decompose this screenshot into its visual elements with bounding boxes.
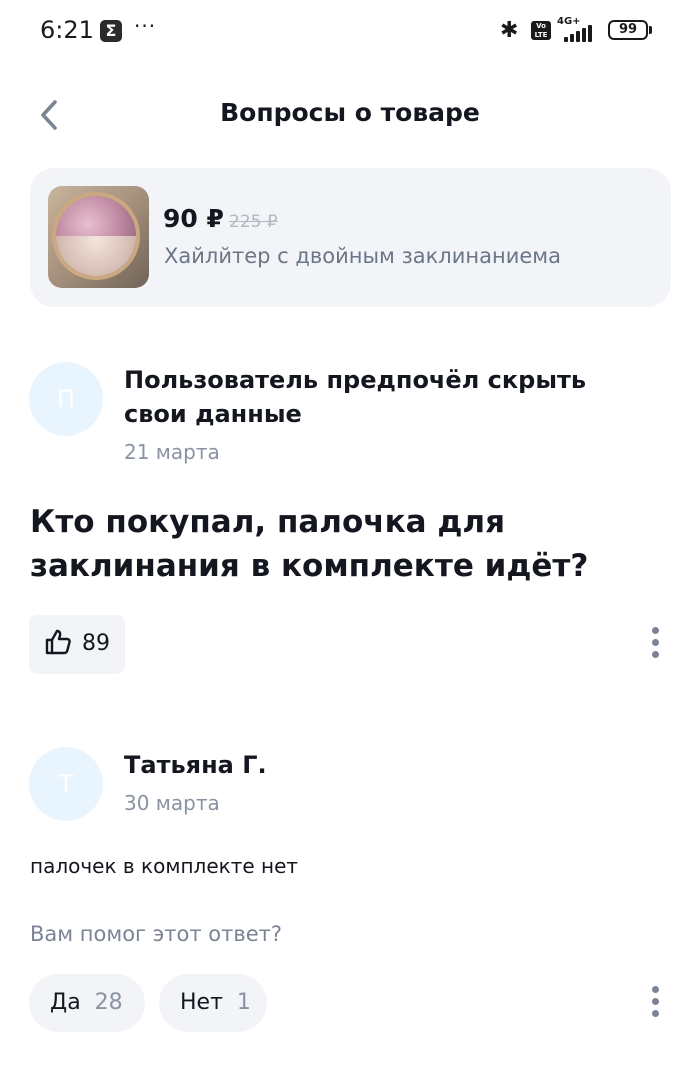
answer-date: 30 марта xyxy=(124,791,220,815)
thumbs-up-icon xyxy=(44,628,72,656)
question-text: Кто покупал, палочка для заклинания в ко… xyxy=(30,504,589,584)
page-title: Вопросы о товаре xyxy=(220,98,480,127)
helpful-no-label: Нет xyxy=(180,990,223,1015)
helpful-yes-button[interactable]: Да 28 xyxy=(29,974,145,1032)
volte-icon: Vo LTE xyxy=(531,21,551,40)
avatar: Т xyxy=(29,747,103,821)
more-notifications-icon: ··· xyxy=(134,14,157,38)
product-name: Хайлйтер с двойным заклинаниема xyxy=(164,244,561,268)
status-time: 6:21 xyxy=(40,16,94,44)
avatar: П xyxy=(29,362,103,436)
battery-icon: 99 xyxy=(608,20,648,40)
signal-strength-icon xyxy=(562,22,602,42)
helpful-no-count: 1 xyxy=(236,990,251,1015)
question-author: Пользователь предпочёл скрыть свои данны… xyxy=(124,366,587,428)
sigma-app-icon: Σ xyxy=(100,20,122,42)
product-price: 90 ₽ xyxy=(163,204,224,233)
answer-author: Татьяна Г. xyxy=(124,751,267,779)
helpful-yes-label: Да xyxy=(50,990,81,1015)
like-count: 89 xyxy=(82,631,110,656)
answer-text: палочек в комплекте нет xyxy=(30,854,299,878)
chevron-left-icon xyxy=(41,100,57,130)
helpful-yes-count: 28 xyxy=(94,990,123,1015)
bluetooth-icon: ✱ xyxy=(500,18,519,43)
product-old-price: 225 ₽ xyxy=(229,212,278,232)
question-date: 21 марта xyxy=(124,440,220,464)
product-image xyxy=(48,186,149,288)
battery-tip xyxy=(649,26,652,34)
answer-more-button[interactable] xyxy=(652,986,660,1020)
back-button[interactable] xyxy=(36,98,70,132)
question-more-button[interactable] xyxy=(652,627,660,661)
helpful-no-button[interactable]: Нет 1 xyxy=(159,974,267,1032)
helpful-prompt: Вам помог этот ответ? xyxy=(30,922,283,946)
